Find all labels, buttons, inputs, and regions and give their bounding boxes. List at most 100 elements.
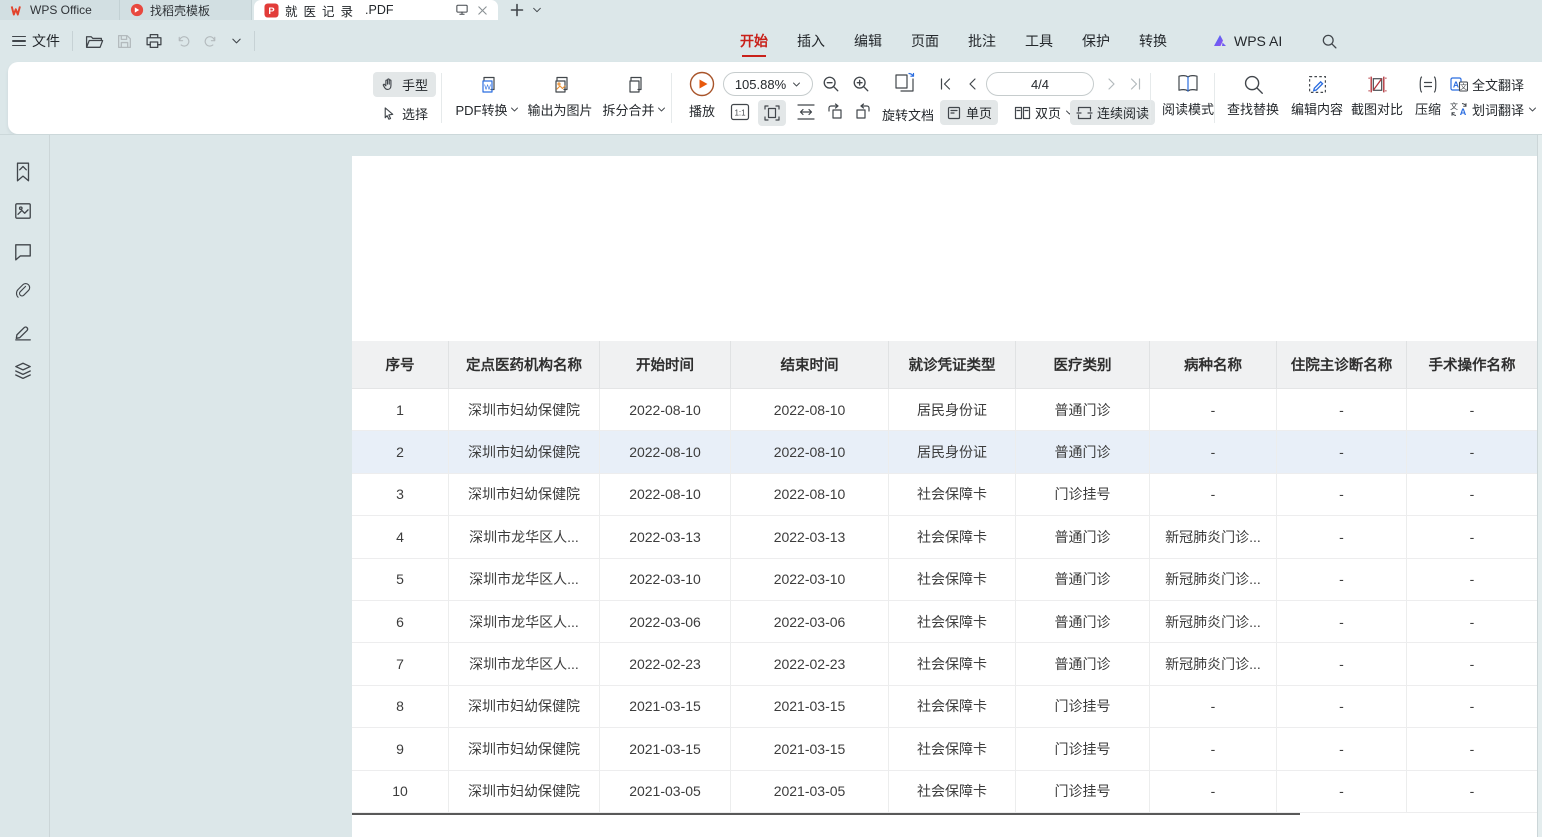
full-translate-label: 全文翻译 xyxy=(1472,75,1524,94)
next-page-icon[interactable] xyxy=(1106,77,1118,91)
wps-ai-button[interactable]: WPS AI xyxy=(1212,33,1282,49)
layers-icon[interactable] xyxy=(13,361,33,381)
menu-home[interactable]: 开始 xyxy=(740,27,768,55)
select-tool-button[interactable]: 选择 xyxy=(373,101,436,126)
tab-wps-home[interactable]: WPS Office xyxy=(0,0,120,20)
svg-text:文: 文 xyxy=(1460,82,1467,91)
close-tab-icon[interactable] xyxy=(477,5,488,16)
find-replace-button[interactable]: 查找替换 xyxy=(1222,74,1284,118)
double-page-label: 双页 xyxy=(1035,103,1061,122)
menu-insert[interactable]: 插入 xyxy=(797,27,825,55)
monitor-icon[interactable] xyxy=(455,4,469,16)
compress-icon xyxy=(1417,74,1439,95)
table-cell: - xyxy=(1407,686,1537,728)
table-cell: 9 xyxy=(352,728,449,770)
prev-page-icon[interactable] xyxy=(966,77,978,91)
table-header-row: 序号 定点医药机构名称 开始时间 结束时间 就诊凭证类型 医疗类别 病种名称 住… xyxy=(352,341,1537,389)
fit-width-icon[interactable] xyxy=(796,103,816,121)
last-page-icon[interactable] xyxy=(1128,77,1143,91)
menu-comment[interactable]: 批注 xyxy=(968,27,996,55)
svg-text:1:1: 1:1 xyxy=(734,109,746,118)
first-page-icon[interactable] xyxy=(938,77,953,91)
chevron-down-icon xyxy=(510,106,519,113)
continuous-read-button[interactable]: 连续阅读 xyxy=(1070,100,1155,125)
play-button[interactable]: 播放 xyxy=(680,71,724,120)
actual-size-icon[interactable]: 1:1 xyxy=(730,103,750,121)
print-icon[interactable] xyxy=(145,33,163,50)
table-cell: 深圳市龙华区人... xyxy=(449,643,600,685)
table-cell: - xyxy=(1150,728,1277,770)
table-cell: 2022-03-06 xyxy=(600,601,731,643)
thumbnails-icon[interactable] xyxy=(13,201,33,221)
rotate-left-icon[interactable] xyxy=(826,103,844,121)
menu-page[interactable]: 页面 xyxy=(911,27,939,55)
table-cell: 2022-03-13 xyxy=(600,516,731,558)
zoom-level-value: 105.88% xyxy=(735,77,786,92)
split-merge-button[interactable]: 拆分合并 xyxy=(597,74,671,119)
new-tab-plus-icon[interactable] xyxy=(510,3,524,17)
table-cell: 深圳市妇幼保健院 xyxy=(449,431,600,473)
file-menu-label: 文件 xyxy=(32,31,60,51)
screenshot-compare-button[interactable]: 截图对比 xyxy=(1346,74,1408,118)
menu-protect[interactable]: 保护 xyxy=(1082,27,1110,55)
divider xyxy=(1150,73,1151,123)
export-image-button[interactable]: 输出为图片 xyxy=(521,74,599,119)
table-cell: - xyxy=(1407,601,1537,643)
vertical-scrollbar[interactable] xyxy=(1537,135,1542,837)
table-bottom-border xyxy=(352,813,1300,815)
hand-tool-label: 手型 xyxy=(402,75,428,94)
zoom-in-icon[interactable] xyxy=(852,75,870,93)
full-translate-button[interactable]: A文 全文翻译 xyxy=(1450,73,1537,96)
comment-icon[interactable] xyxy=(13,242,33,261)
tab-label: 找稻壳模板 xyxy=(150,2,210,19)
zoom-level-select[interactable]: 105.88% xyxy=(723,72,813,96)
hand-tool-button[interactable]: 手型 xyxy=(373,72,436,97)
signature-icon[interactable] xyxy=(13,321,33,341)
table-cell: 普通门诊 xyxy=(1016,559,1150,601)
export-image-icon xyxy=(549,74,571,96)
menu-tools[interactable]: 工具 xyxy=(1025,27,1053,55)
word-translate-button[interactable]: 文A 划词翻译 xyxy=(1450,96,1537,119)
menu-edit[interactable]: 编辑 xyxy=(854,27,882,55)
save-icon[interactable] xyxy=(116,33,133,50)
divider xyxy=(671,73,672,123)
table-cell: - xyxy=(1150,686,1277,728)
table-cell: 新冠肺炎门诊... xyxy=(1150,643,1277,685)
edit-content-button[interactable]: 编辑内容 xyxy=(1286,74,1348,118)
table-cell: - xyxy=(1407,474,1537,516)
screenshot-compare-label: 截图对比 xyxy=(1351,99,1403,118)
undo-icon[interactable] xyxy=(175,34,191,49)
split-merge-icon xyxy=(623,74,645,96)
fit-page-button[interactable] xyxy=(758,100,786,126)
search-icon[interactable] xyxy=(1321,33,1338,50)
pdf-convert-label: PDF转换 xyxy=(455,100,507,119)
menu-convert[interactable]: 转换 xyxy=(1139,27,1167,55)
open-file-icon[interactable] xyxy=(85,33,104,50)
attachment-icon[interactable] xyxy=(13,281,33,301)
history-chevron-icon[interactable] xyxy=(231,37,242,45)
table-cell: - xyxy=(1407,771,1537,813)
document-area: 序号 定点医药机构名称 开始时间 结束时间 就诊凭证类型 医疗类别 病种名称 住… xyxy=(0,134,1542,837)
zoom-out-icon[interactable] xyxy=(822,75,840,93)
rotate-document-button[interactable]: 旋转文档 xyxy=(882,105,934,124)
table-cell: 深圳市妇幼保健院 xyxy=(449,686,600,728)
table-cell: 普通门诊 xyxy=(1016,516,1150,558)
rotate-right-icon[interactable] xyxy=(854,103,872,121)
tab-list-chevron-icon[interactable] xyxy=(532,6,542,14)
page-number-input[interactable]: 4/4 xyxy=(986,72,1094,96)
table-cell: 10 xyxy=(352,771,449,813)
bookmark-icon[interactable] xyxy=(13,161,33,183)
compress-button[interactable]: 压缩 xyxy=(1408,74,1448,118)
read-mode-button[interactable]: 阅读模式 xyxy=(1156,73,1220,118)
swap-pages-icon[interactable] xyxy=(892,70,918,96)
single-page-label: 单页 xyxy=(966,103,992,122)
document-extension: .PDF xyxy=(365,3,393,17)
file-menu-button[interactable]: 文件 xyxy=(12,31,60,51)
single-page-button[interactable]: 单页 xyxy=(940,100,998,125)
tab-document-active[interactable]: P 就医记录.PDF xyxy=(254,0,498,20)
tab-docer-templates[interactable]: 找稻壳模板 xyxy=(120,0,252,20)
pdf-convert-button[interactable]: W PDF转换 xyxy=(451,74,523,119)
page-indicator: 4/4 xyxy=(1031,77,1049,92)
table-cell: 2022-03-06 xyxy=(731,601,889,643)
redo-icon[interactable] xyxy=(203,34,219,49)
